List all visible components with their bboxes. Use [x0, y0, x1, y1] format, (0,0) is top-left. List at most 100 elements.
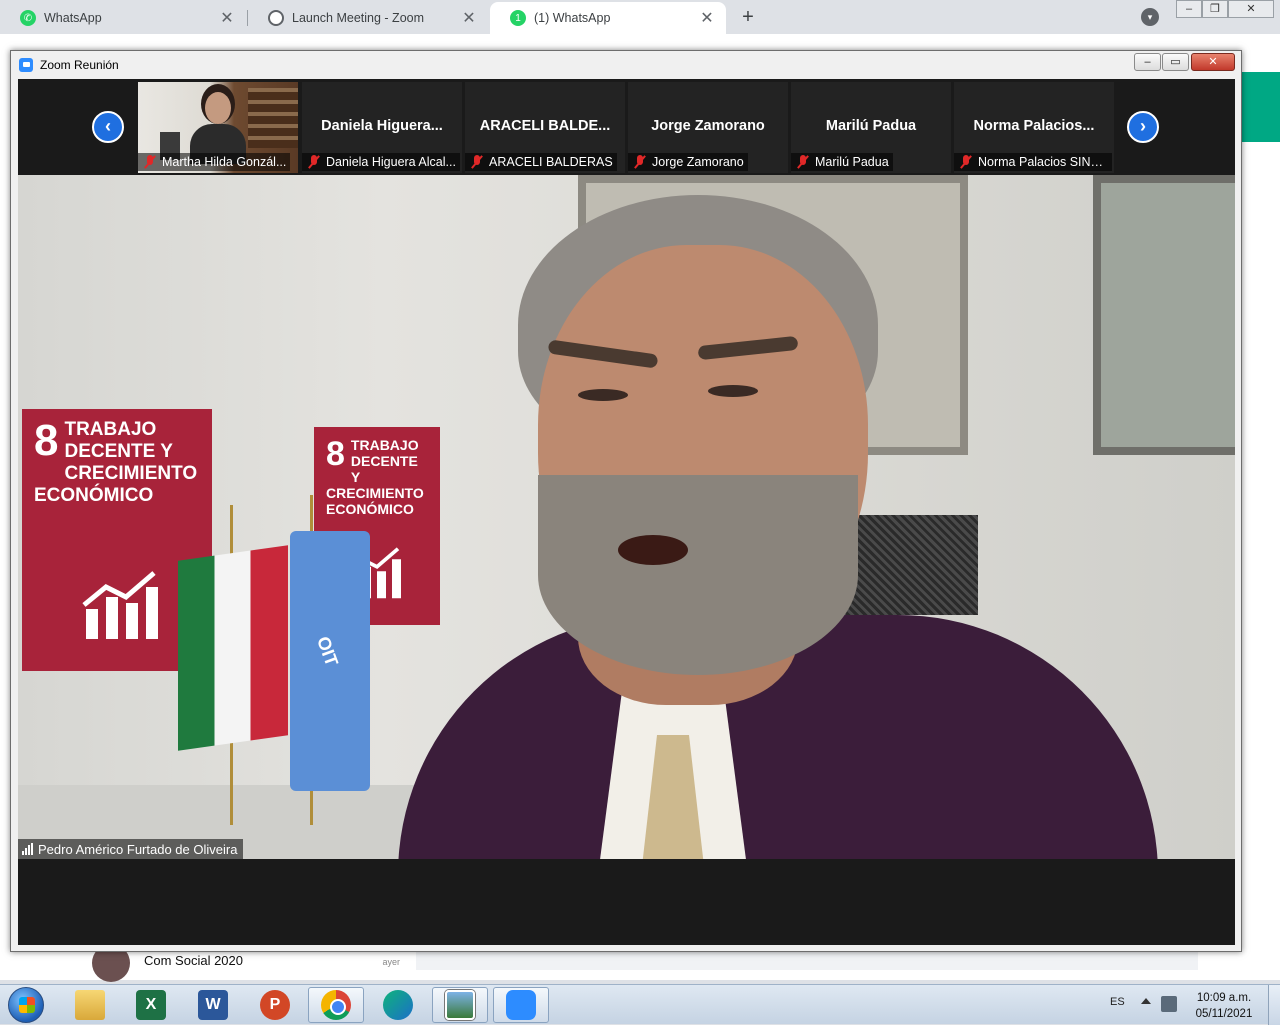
taskbar-file-explorer[interactable]	[62, 987, 118, 1023]
participant-label: Norma Palacios SINA...	[954, 153, 1112, 171]
taskbar: X W P ES 10:09 a.m. 05/11/2021	[0, 984, 1280, 1025]
tab-label: WhatsApp	[44, 11, 102, 25]
participant-display-name: Daniela Higuera...	[321, 118, 443, 134]
participant-display-name: ARACELI BALDE...	[479, 118, 611, 134]
wall-picture-frame	[1093, 175, 1235, 455]
video-letterbox	[18, 859, 1235, 945]
participant-name: ARACELI BALDERAS	[489, 155, 613, 169]
participant-label: Daniela Higuera Alcal...	[302, 153, 460, 171]
browser-restore-button[interactable]: ❐	[1202, 0, 1228, 18]
mic-muted-icon	[960, 155, 972, 169]
mic-muted-icon	[634, 155, 646, 169]
mic-muted-icon	[797, 155, 809, 169]
browser-minimize-button[interactable]: –	[1176, 0, 1202, 18]
system-clock[interactable]: 10:09 a.m. 05/11/2021	[1186, 990, 1262, 1022]
participant-tile[interactable]: ARACELI BALDE... ARACELI BALDERAS	[465, 82, 625, 173]
participant-display-name: Marilú Padua	[825, 118, 917, 134]
speaker-eye	[578, 389, 628, 401]
zoom-restore-button[interactable]: ▭	[1162, 53, 1189, 71]
clock-time: 10:09 a.m.	[1196, 992, 1252, 1004]
tab-whatsapp[interactable]: ✆ WhatsApp ✕	[0, 2, 246, 34]
flag-text: OIT	[312, 633, 342, 669]
tab-label: (1) WhatsApp	[534, 11, 611, 25]
browser-close-button[interactable]: ✕	[1228, 0, 1274, 18]
speaker-beard	[538, 475, 858, 675]
taskbar-word[interactable]: W	[185, 987, 241, 1023]
active-speaker-label: Pedro Américo Furtado de Oliveira	[18, 839, 244, 859]
participant-display-name: Norma Palacios...	[973, 118, 1095, 134]
active-speaker-name: Pedro Américo Furtado de Oliveira	[38, 841, 238, 857]
growth-chart-icon	[82, 571, 158, 639]
speaker-mouth	[618, 535, 688, 565]
participant-tile[interactable]: Martha Hilda Gonzál...	[138, 82, 298, 173]
network-icon[interactable]	[1161, 996, 1177, 1012]
photos-icon	[445, 990, 475, 1020]
zoom-icon	[506, 990, 536, 1020]
participant-tile[interactable]: Daniela Higuera... Daniela Higuera Alcal…	[302, 82, 462, 173]
participant-display-name: Jorge Zamorano	[651, 118, 765, 134]
participant-tile[interactable]: Marilú Padua Marilú Padua	[791, 82, 951, 173]
participant-name: Norma Palacios SINA...	[978, 155, 1108, 169]
mic-muted-icon	[471, 155, 483, 169]
globe-icon	[268, 10, 284, 26]
participant-label: Martha Hilda Gonzál...	[138, 153, 291, 171]
new-tab-button[interactable]: +	[734, 5, 762, 31]
sdg-text: TRABAJO DECENTE Y CRECIMIENTO ECONÓMICO	[34, 419, 198, 506]
taskbar-excel[interactable]: X	[123, 987, 179, 1023]
participant-strip: ‹ Martha Hilda Gonzál... Daniela Higuera…	[18, 79, 1235, 175]
oit-flag: OIT	[290, 531, 370, 791]
active-speaker-video[interactable]: 8 TRABAJO DECENTE Y CRECIMIENTO ECONÓMIC…	[18, 175, 1235, 859]
sdg-number: 8	[34, 416, 59, 465]
show-hidden-icons-icon[interactable]	[1141, 998, 1151, 1004]
powerpoint-icon: P	[260, 990, 290, 1020]
taskbar-chrome[interactable]	[308, 987, 364, 1023]
signal-strength-icon	[22, 843, 33, 855]
participant-name: Marilú Padua	[815, 155, 889, 169]
chrome-icon	[321, 990, 351, 1020]
chair-back	[838, 515, 978, 615]
zoom-minimize-button[interactable]: –	[1134, 53, 1161, 71]
mic-muted-icon	[144, 155, 156, 169]
participant-name: Daniela Higuera Alcal...	[326, 155, 456, 169]
chat-time: ayer	[382, 957, 400, 967]
background-accent-bar	[1238, 72, 1280, 142]
tab-launch-meeting-zoom[interactable]: Launch Meeting - Zoom ✕	[248, 2, 488, 34]
close-icon[interactable]: ✕	[218, 8, 236, 28]
whatsapp-icon: 1	[510, 10, 526, 26]
edge-icon	[383, 990, 413, 1020]
word-icon: W	[198, 990, 228, 1020]
participant-label: Marilú Padua	[791, 153, 893, 171]
taskbar-powerpoint[interactable]: P	[247, 987, 303, 1023]
close-icon[interactable]: ✕	[698, 8, 716, 28]
zoom-title-bar[interactable]: Zoom Reunión – ▭ ✕	[11, 51, 1241, 78]
participant-tile[interactable]: Jorge Zamorano Jorge Zamorano	[628, 82, 788, 173]
previous-page-button[interactable]: ‹	[92, 111, 124, 143]
tab-whatsapp-active[interactable]: 1 (1) WhatsApp ✕	[490, 2, 726, 34]
speaker-eye	[708, 385, 758, 397]
taskbar-zoom[interactable]	[493, 987, 549, 1023]
participant-tile[interactable]: Norma Palacios... Norma Palacios SINA...	[954, 82, 1114, 173]
participant-label: Jorge Zamorano	[628, 153, 748, 171]
clock-date: 05/11/2021	[1195, 1008, 1253, 1020]
mexico-flag	[178, 545, 288, 751]
taskbar-photos[interactable]	[432, 987, 488, 1023]
participant-name: Martha Hilda Gonzál...	[162, 155, 287, 169]
participant-name: Jorge Zamorano	[652, 155, 744, 169]
sdg-number: 8	[326, 435, 345, 473]
taskbar-edge[interactable]	[370, 987, 426, 1023]
next-page-button[interactable]: ›	[1127, 111, 1159, 143]
zoom-close-button[interactable]: ✕	[1191, 53, 1235, 71]
tab-label: Launch Meeting - Zoom	[292, 11, 425, 25]
whatsapp-icon: ✆	[20, 10, 36, 26]
zoom-meeting-window: Zoom Reunión – ▭ ✕ ‹ Martha Hilda Gonzál…	[10, 50, 1242, 952]
window-title: Zoom Reunión	[40, 57, 119, 72]
excel-icon: X	[136, 990, 166, 1020]
language-indicator[interactable]: ES	[1110, 996, 1125, 1008]
close-icon[interactable]: ✕	[460, 8, 478, 28]
start-button[interactable]	[8, 987, 44, 1023]
chat-name: Com Social 2020	[144, 952, 243, 968]
tab-search-icon[interactable]: ▾	[1141, 8, 1159, 26]
show-desktop-button[interactable]	[1268, 985, 1280, 1025]
browser-tab-strip: ✆ WhatsApp ✕ Launch Meeting - Zoom ✕ 1 (…	[0, 0, 1280, 34]
zoom-logo-icon	[19, 57, 33, 72]
